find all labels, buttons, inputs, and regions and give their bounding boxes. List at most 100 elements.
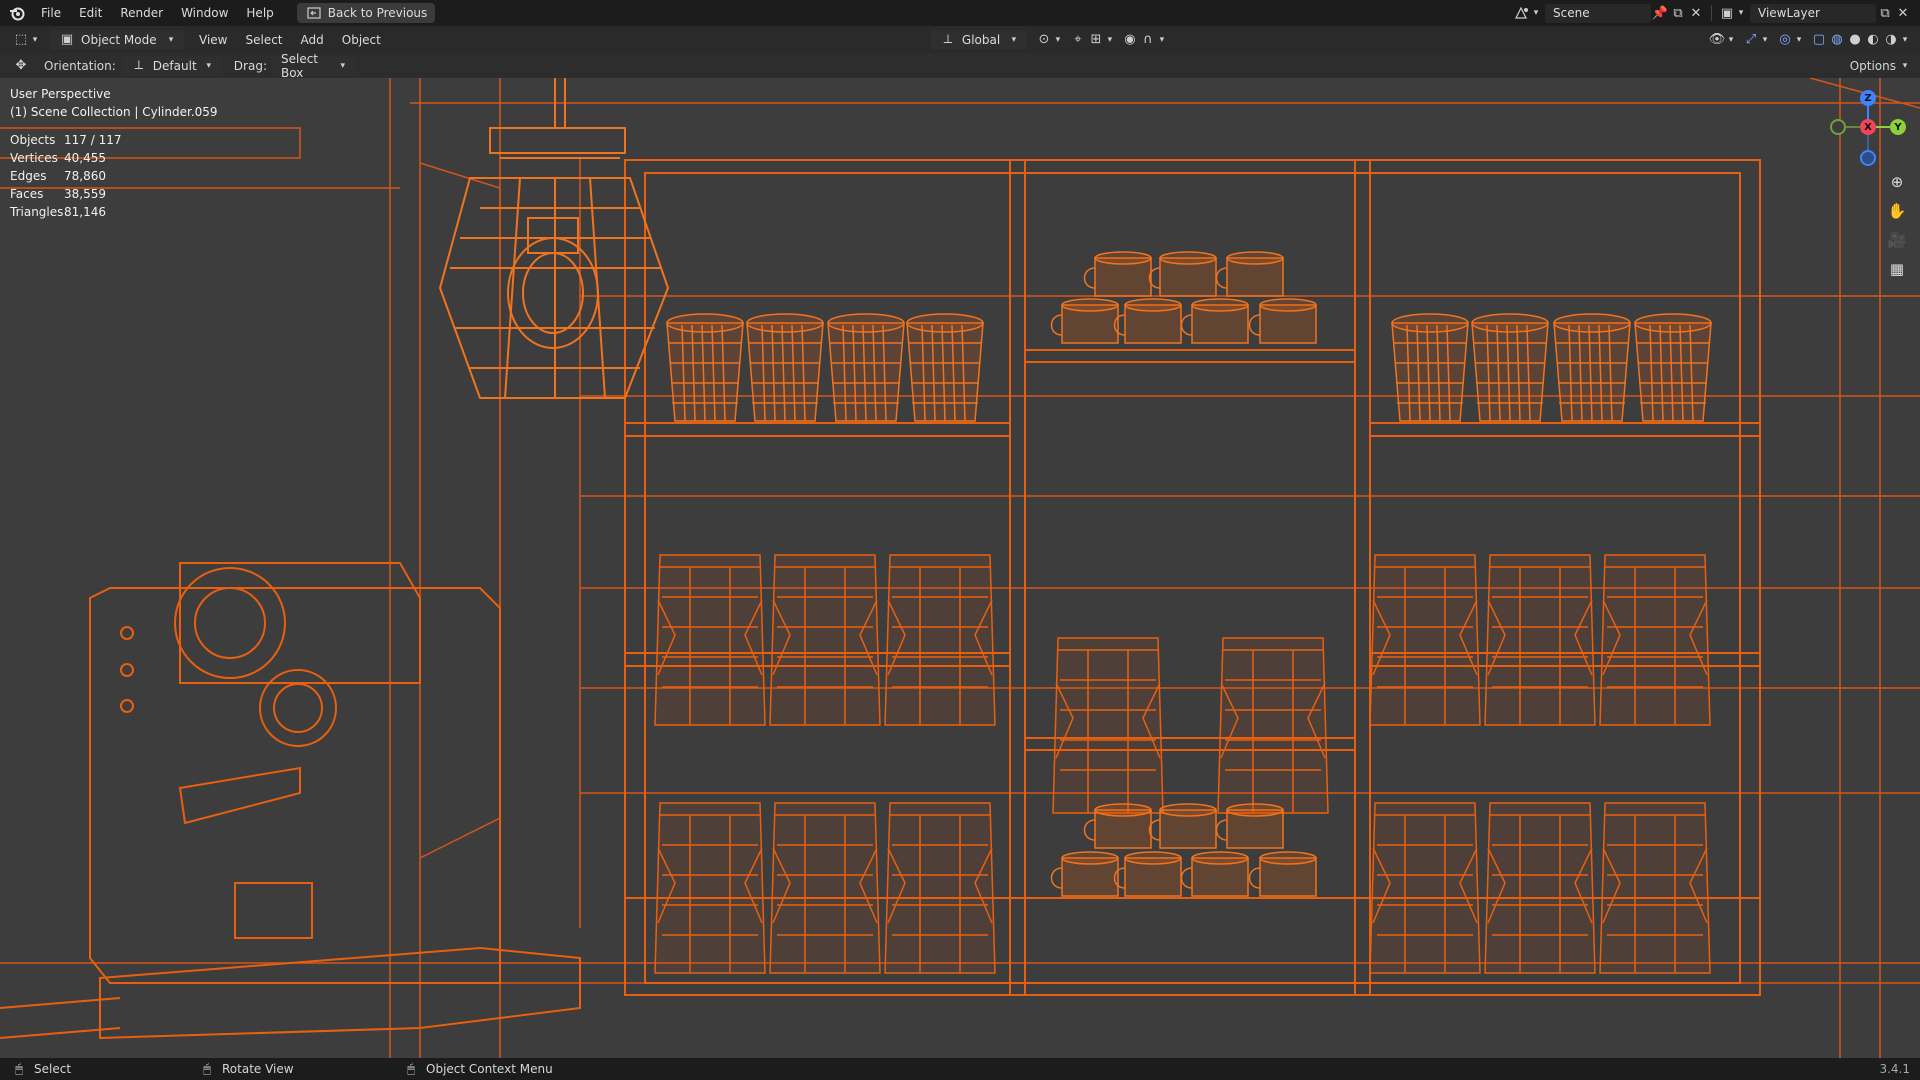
mug bbox=[1083, 251, 1152, 297]
bag bbox=[1599, 802, 1711, 974]
stat-label: Edges bbox=[10, 169, 47, 183]
chevron-down-icon[interactable]: ▾ bbox=[1531, 4, 1541, 22]
bag bbox=[1484, 802, 1596, 974]
top-bar: File Edit Render Window Help Back to Pre… bbox=[0, 0, 1920, 26]
transform-orientation-selector[interactable]: ⟂ Global ▾ bbox=[930, 29, 1027, 50]
wireframe-shading-icon[interactable]: ◍ bbox=[1828, 31, 1846, 49]
solid-shading-icon[interactable]: ● bbox=[1846, 31, 1864, 49]
gizmo-neg-z-axis[interactable] bbox=[1860, 150, 1876, 166]
cup bbox=[666, 313, 744, 422]
coffee-bags bbox=[654, 554, 1711, 974]
bag bbox=[884, 802, 996, 974]
mug bbox=[1148, 803, 1217, 849]
stat-label: Vertices bbox=[10, 151, 58, 165]
back-to-previous-button[interactable]: Back to Previous bbox=[296, 3, 436, 23]
mug bbox=[1248, 298, 1317, 344]
menu-view[interactable]: View bbox=[190, 33, 236, 47]
grid-perspective-icon[interactable]: ▦ bbox=[1885, 257, 1909, 281]
menu-render[interactable]: Render bbox=[111, 6, 172, 20]
3d-viewport[interactable]: User Perspective (1) Scene Collection | … bbox=[0, 78, 1920, 1058]
overlays-icon[interactable]: ◎ bbox=[1776, 31, 1794, 49]
cup bbox=[1634, 313, 1712, 422]
bag bbox=[884, 554, 996, 726]
gizmo-y-axis[interactable]: Y bbox=[1890, 119, 1906, 135]
scene-name-field[interactable]: Scene bbox=[1545, 3, 1651, 23]
options-menu[interactable]: Options bbox=[1850, 59, 1896, 73]
pivot-point-icon[interactable]: ⊙ bbox=[1035, 31, 1053, 49]
stat-row-objects: Objects 117 / 117 bbox=[10, 133, 121, 151]
mug bbox=[1215, 251, 1284, 297]
close-scene-icon[interactable]: ✕ bbox=[1687, 4, 1705, 22]
move-tool-icon[interactable]: ✥ bbox=[12, 57, 30, 75]
falloff-icon[interactable]: ∩ bbox=[1139, 31, 1157, 49]
camera-icon[interactable]: 🎥 bbox=[1885, 228, 1909, 252]
pan-hand-icon[interactable]: ✋ bbox=[1885, 199, 1909, 223]
menu-add[interactable]: Add bbox=[292, 33, 333, 47]
version-label: 3.4.1 bbox=[1879, 1062, 1910, 1076]
stat-label: Triangles bbox=[10, 205, 64, 219]
status-rotate: Rotate View bbox=[222, 1062, 294, 1076]
chevron-down-icon: ▾ bbox=[340, 60, 346, 71]
menu-file[interactable]: File bbox=[32, 6, 70, 20]
snap-icon[interactable]: ⌖ bbox=[1069, 31, 1087, 49]
chevron-down-icon[interactable]: ▾ bbox=[1053, 31, 1063, 49]
mouse-left-icon: 🖱 bbox=[15, 1061, 23, 1077]
drag-selector[interactable]: Select Box ▾ bbox=[272, 52, 355, 80]
stat-value: 38,559 bbox=[64, 187, 106, 201]
snap-target-icon[interactable]: ⊞ bbox=[1087, 31, 1105, 49]
stat-row-vertices: Vertices 40,455 bbox=[10, 151, 121, 169]
new-view-layer-icon[interactable]: ⧉ bbox=[1876, 4, 1894, 22]
proportional-edit-icon[interactable]: ◉ bbox=[1121, 31, 1139, 49]
mug bbox=[1050, 298, 1119, 344]
cup bbox=[1471, 313, 1549, 422]
cup bbox=[906, 313, 984, 422]
xray-icon[interactable]: ▢ bbox=[1810, 31, 1828, 49]
menu-select[interactable]: Select bbox=[236, 33, 291, 47]
menu-object[interactable]: Object bbox=[333, 33, 390, 47]
chevron-down-icon[interactable]: ▾ bbox=[1736, 4, 1746, 22]
chevron-down-icon[interactable]: ▾ bbox=[1105, 31, 1115, 49]
chevron-down-icon[interactable]: ▾ bbox=[1900, 31, 1910, 49]
chevron-down-icon: ▾ bbox=[1011, 34, 1017, 45]
visibility-icon[interactable]: 👁 bbox=[1708, 31, 1726, 49]
chevron-down-icon[interactable]: ▾ bbox=[1760, 31, 1770, 49]
view-layer-field[interactable]: ViewLayer bbox=[1750, 3, 1876, 23]
gizmo-neg-y-axis[interactable] bbox=[1830, 119, 1846, 135]
chevron-down-icon[interactable]: ▾ bbox=[1900, 57, 1910, 75]
menu-edit[interactable]: Edit bbox=[70, 6, 111, 20]
gizmo-toggle-icon[interactable]: ⤢ bbox=[1742, 31, 1760, 49]
chevron-down-icon: ▾ bbox=[206, 60, 212, 71]
menu-help[interactable]: Help bbox=[237, 6, 282, 20]
editor-type-icon[interactable]: ⬚ bbox=[12, 31, 30, 49]
status-select: Select bbox=[34, 1062, 72, 1076]
view-layer-icon[interactable]: ▣ bbox=[1718, 4, 1736, 22]
rendered-shading-icon[interactable]: ◑ bbox=[1882, 31, 1900, 49]
mug bbox=[1180, 298, 1249, 344]
gizmo-z-axis[interactable]: Z bbox=[1860, 90, 1876, 106]
status-context: Object Context Menu bbox=[426, 1062, 553, 1076]
bag bbox=[654, 554, 766, 726]
stat-value: 117 / 117 bbox=[64, 133, 122, 147]
zoom-icon[interactable]: ⊕ bbox=[1885, 170, 1909, 194]
close-view-layer-icon[interactable]: ✕ bbox=[1894, 4, 1912, 22]
menu-window[interactable]: Window bbox=[172, 6, 237, 20]
bag bbox=[1369, 802, 1481, 974]
mode-selector[interactable]: ▣ Object Mode ▾ bbox=[50, 29, 184, 50]
orientation-selector[interactable]: ⟂ Default ▾ bbox=[121, 55, 222, 76]
orientation-value: Default bbox=[152, 58, 197, 73]
mode-label: Object Mode bbox=[81, 32, 157, 47]
material-shading-icon[interactable]: ◐ bbox=[1864, 31, 1882, 49]
pin-icon[interactable]: 📌 bbox=[1651, 4, 1669, 22]
chevron-down-icon[interactable]: ▾ bbox=[1157, 31, 1167, 49]
scene-icon[interactable] bbox=[1513, 4, 1531, 22]
new-scene-icon[interactable]: ⧉ bbox=[1669, 4, 1687, 22]
chevron-down-icon[interactable]: ▾ bbox=[1794, 31, 1804, 49]
gizmo-x-axis[interactable]: X bbox=[1860, 119, 1876, 135]
transform-orientation-label: Global bbox=[961, 32, 1001, 47]
chevron-down-icon[interactable]: ▾ bbox=[30, 31, 40, 49]
stat-label: Objects bbox=[10, 133, 56, 147]
chevron-down-icon[interactable]: ▾ bbox=[1726, 31, 1736, 49]
blender-logo-icon[interactable] bbox=[8, 4, 26, 22]
object-mode-icon: ▣ bbox=[60, 32, 74, 47]
mug bbox=[1113, 851, 1182, 897]
